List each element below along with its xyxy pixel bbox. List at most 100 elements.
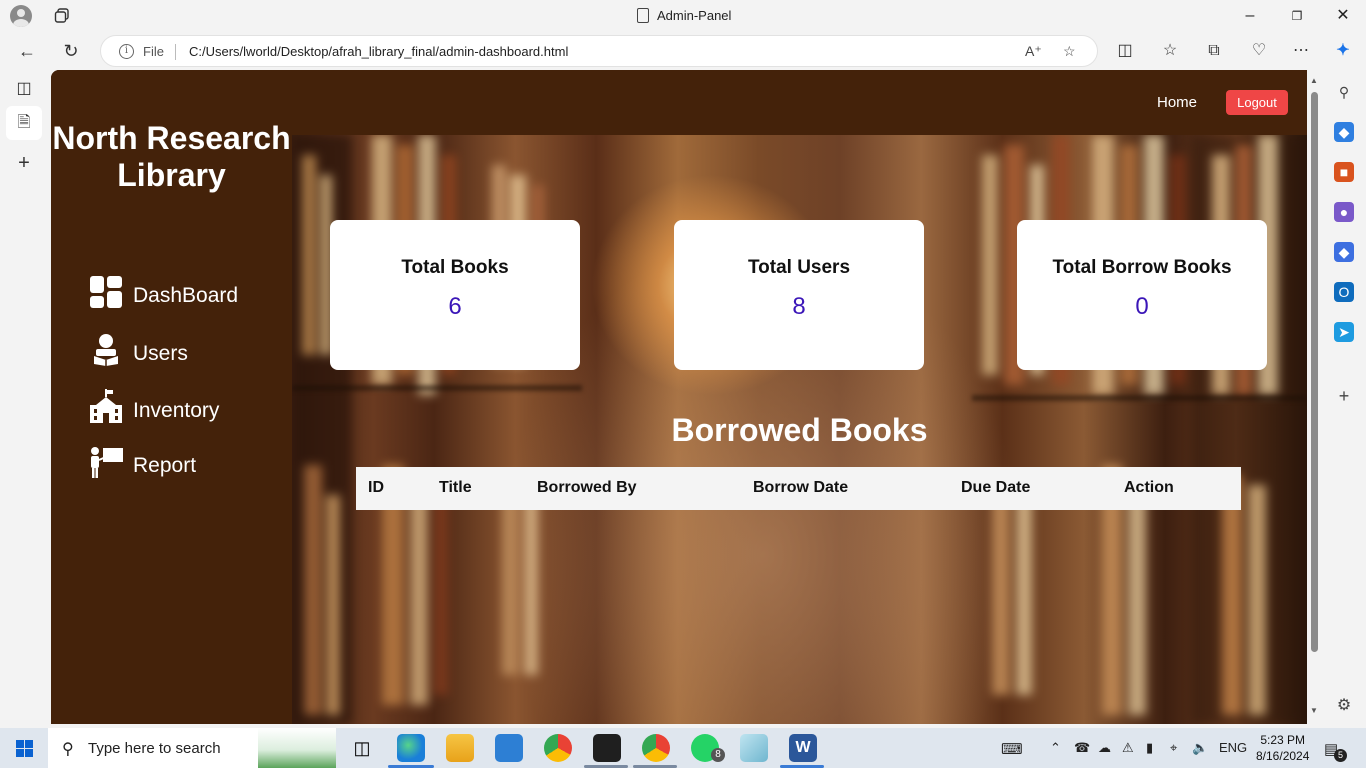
windows-taskbar: ⚲ Type here to search ◫ 8 W ⌨ ⌃ ☎ ☁ ⚠ ▮ … [0,728,1366,768]
sidebar: North Research Library DashBoard Users I… [51,70,292,724]
notification-badge: 5 [1334,749,1347,762]
column-header-id: ID [368,479,384,496]
battery-icon[interactable]: ▮ [1146,740,1153,756]
search-placeholder: Type here to search [88,740,221,757]
new-tab-icon[interactable]: + [13,152,35,174]
notepad-icon[interactable] [740,734,768,762]
url-separator [175,44,176,60]
language-indicator[interactable]: ENG [1219,740,1247,755]
search-icon: ⚲ [62,741,74,758]
copilot-icon[interactable]: ✦ [1332,40,1354,62]
reader-icon [94,334,118,366]
sidebar-item-label: Inventory [133,399,220,422]
page-file-icon [637,8,649,23]
chrome-profile-icon[interactable] [642,734,670,762]
column-header-due-date: Due Date [961,479,1031,496]
window-title-text: Admin-Panel [657,8,732,23]
settings-gear-icon[interactable]: ⚙ [1334,696,1354,716]
window-title: Admin-Panel [637,8,731,23]
teacher-icon [91,447,123,478]
read-aloud-icon[interactable]: A⁺ [1025,43,1042,60]
url-text[interactable]: C:/Users/lworld/Desktop/afrah_library_fi… [189,44,568,59]
sidebar-item-inventory[interactable]: Inventory [90,389,219,423]
word-icon[interactable]: W [789,734,817,762]
task-view-icon[interactable]: ◫ [348,734,376,762]
home-link[interactable]: Home [1157,94,1197,111]
stat-value: 8 [792,293,806,320]
volume-icon[interactable]: 🔈 [1192,740,1208,756]
active-tab-icon[interactable]: 🗎 [6,106,42,140]
shopping-icon[interactable]: ◆ [1334,122,1354,142]
microsoft-365-icon[interactable]: ◆ [1334,242,1354,262]
logout-button[interactable]: Logout [1226,90,1288,115]
scrollbar-thumb[interactable] [1311,92,1318,652]
scroll-down-icon[interactable]: ▼ [1310,706,1318,715]
shelf-decoration [972,395,1307,401]
outlook-icon[interactable]: O [1334,282,1354,302]
show-hidden-icons-chevron-icon[interactable]: ⌃ [1050,740,1061,756]
onedrive-icon[interactable]: ☁ [1098,740,1111,756]
windows-start-icon[interactable] [16,740,33,757]
tab-actions-icon[interactable]: ◫ [13,78,35,100]
update-icon[interactable]: ⚠ [1122,740,1134,756]
url-scheme-label: File [143,44,164,59]
stat-title: Total Users [747,257,851,278]
clock-time: 5:23 PM [1260,733,1306,747]
restore-button[interactable]: ❐ [1287,6,1307,26]
file-explorer-icon[interactable] [446,734,474,762]
sidebar-item-label: Report [133,454,197,477]
add-app-icon[interactable]: + [1334,386,1354,406]
tools-icon[interactable]: ■ [1334,162,1354,182]
minimize-button[interactable]: – [1240,6,1260,26]
dashboard-icon [90,276,122,308]
search-icon[interactable]: ⚲ [1334,82,1354,102]
main-content: Total Books 6 Total Users 8 Total Borrow… [292,135,1307,724]
terminal-icon[interactable] [593,734,621,762]
collections-icon[interactable]: ⧉ [1203,40,1225,62]
column-header-action: Action [1124,479,1174,496]
borrowed-books-heading: Borrowed Books [671,412,928,448]
stat-card-total-books: Total Books 6 [330,220,580,370]
mail-icon[interactable] [495,734,523,762]
address-bar[interactable]: i File C:/Users/lworld/Desktop/afrah_lib… [100,35,1098,67]
address-row: ← ↻ i File C:/Users/lworld/Desktop/afrah… [0,32,1366,70]
games-icon[interactable]: ● [1334,202,1354,222]
sidebar-item-report[interactable]: Report [90,446,196,478]
sidebar-item-users[interactable]: Users [90,332,188,366]
stat-title: Total Books [401,257,509,278]
page-scrollbar[interactable]: ▲ ▼ [1307,70,1322,724]
browser-essentials-icon[interactable]: ♡ [1248,40,1270,62]
scroll-up-icon[interactable]: ▲ [1310,76,1318,85]
edge-browser-icon[interactable] [397,734,425,762]
refresh-button[interactable]: ↻ [60,40,82,62]
workspaces-icon[interactable] [54,8,70,24]
browser-titlebar: Admin-Panel – ❐ ✕ [0,0,1366,32]
back-button[interactable]: ← [16,40,38,62]
favorites-icon[interactable]: ☆ [1159,40,1181,62]
stat-value: 6 [448,293,462,320]
school-icon [90,389,122,423]
more-menu-icon[interactable]: ⋯ [1290,40,1312,62]
taskbar-search-box[interactable]: ⚲ Type here to search [48,728,336,768]
sidebar-item-dashboard[interactable]: DashBoard [90,276,238,308]
wifi-icon[interactable]: ⌖ [1170,740,1177,756]
meet-now-icon[interactable]: ☎ [1074,740,1090,756]
clock-date: 8/16/2024 [1256,749,1310,763]
stat-value: 0 [1135,293,1149,320]
send-icon[interactable]: ➤ [1334,322,1354,342]
chrome-icon[interactable] [544,734,572,762]
profile-avatar-icon[interactable] [10,5,32,27]
whatsapp-badge: 8 [711,748,725,762]
sidebar-apps-rail: ⚲ ◆ ■ ● ◆ O ➤ + ⚙ [1322,70,1366,726]
sidebar-item-label: DashBoard [133,284,239,307]
search-highlight-image [258,728,336,768]
favorite-star-icon[interactable]: ☆ [1063,43,1076,60]
library-brand: North Research Library [52,120,291,193]
split-screen-icon[interactable]: ◫ [1114,40,1136,62]
stat-card-total-users: Total Users 8 [674,220,924,370]
clock[interactable]: 5:23 PM 8/16/2024 [1256,732,1309,764]
info-icon[interactable]: i [119,44,134,59]
keyboard-icon[interactable]: ⌨ [1001,740,1023,758]
close-window-button[interactable]: ✕ [1333,6,1353,26]
stat-title: Total Borrow Books [1052,257,1232,278]
